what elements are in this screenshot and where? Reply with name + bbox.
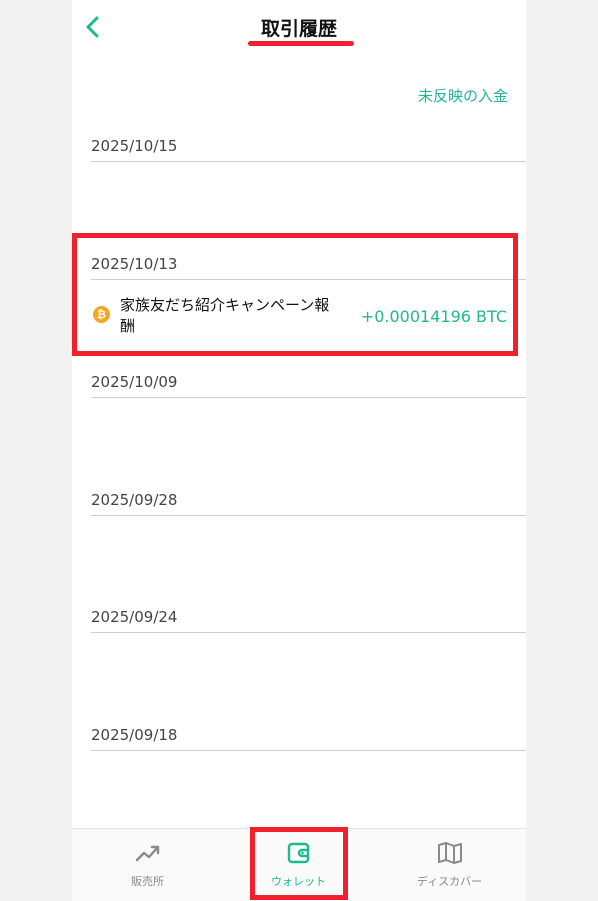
- date-header: 2025/10/13: [91, 253, 526, 280]
- page-title: 取引履歴: [260, 18, 337, 40]
- date-label: 2025/10/13: [91, 255, 178, 273]
- date-header: 2025/09/18: [91, 724, 526, 751]
- trend-chart-icon: [135, 845, 159, 862]
- nav-label: 販売所: [131, 875, 164, 888]
- header: 取引履歴: [72, 0, 526, 60]
- map-icon: [437, 842, 462, 864]
- wallet-icon: [287, 842, 309, 864]
- date-header: 2025/09/28: [91, 489, 526, 516]
- date-label: 2025/10/09: [91, 373, 178, 391]
- date-label: 2025/09/24: [91, 608, 178, 626]
- nav-sales[interactable]: 販売所: [72, 829, 223, 901]
- nav-wallet[interactable]: ウォレット: [223, 829, 374, 901]
- date-header: 2025/10/15: [91, 135, 526, 162]
- date-header: 2025/09/24: [91, 606, 526, 633]
- nav-label: ディスカバー: [416, 875, 483, 888]
- date-header: 2025/10/09: [91, 371, 526, 398]
- transaction-title: 家族友だち紹介キャンペーン報酬: [120, 296, 330, 335]
- nav-discover[interactable]: ディスカバー: [374, 829, 525, 901]
- app-screen: 取引履歴 未反映の入金 2025/10/15 2025/10/13 ₿ 家族友だ…: [72, 0, 526, 900]
- bottom-nav: 販売所 ウォレット ディスカバー: [72, 828, 526, 901]
- unreflected-deposits-link[interactable]: 未反映の入金: [418, 85, 508, 106]
- transaction-row[interactable]: ₿ 家族友だち紹介キャンペーン報酬 +0.00014196 BTC: [91, 283, 526, 343]
- title-highlight-underline: [248, 41, 354, 46]
- date-label: 2025/09/18: [91, 726, 178, 744]
- nav-label: ウォレット: [271, 875, 326, 888]
- date-label: 2025/09/28: [91, 491, 178, 509]
- bitcoin-icon: ₿: [93, 306, 110, 323]
- transaction-amount: +0.00014196 BTC: [360, 307, 507, 326]
- date-label: 2025/10/15: [91, 137, 178, 155]
